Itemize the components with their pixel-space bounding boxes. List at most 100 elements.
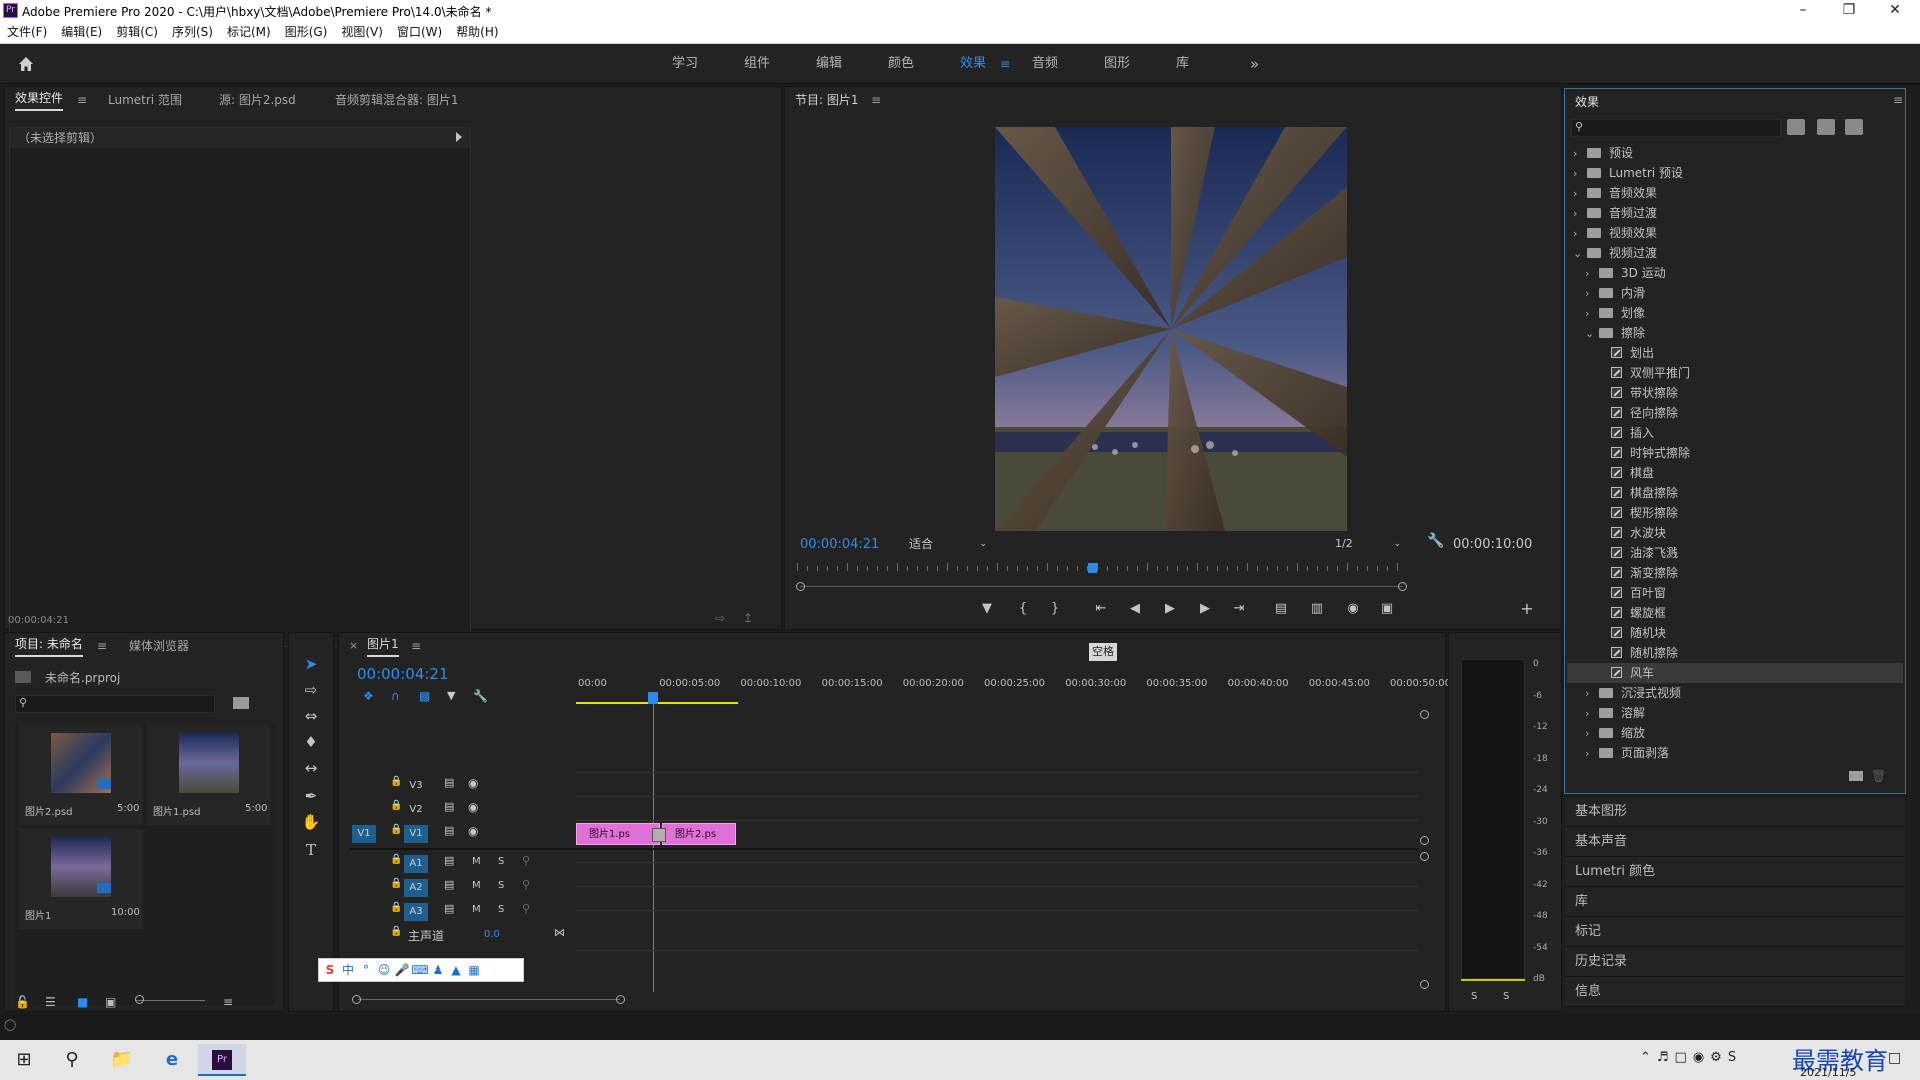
effect-item[interactable]: 水波块 xyxy=(1567,523,1903,543)
effects-folder[interactable]: › Lumetri 预设 xyxy=(1567,163,1903,183)
chevron-right-icon[interactable]: › xyxy=(1585,724,1599,744)
vscroll-handle[interactable] xyxy=(1420,710,1429,719)
effect-item[interactable]: 随机块 xyxy=(1567,623,1903,643)
sync-lock-icon[interactable]: ▤ xyxy=(444,776,454,789)
lock-icon[interactable]: 🔒 xyxy=(390,800,402,811)
zoom-slider[interactable] xyxy=(135,1000,205,1001)
ripple-edit-tool-icon[interactable]: ⇔ xyxy=(298,704,324,728)
hscroll-bar[interactable] xyxy=(358,999,620,1000)
effects-folder[interactable]: › 音频效果 xyxy=(1567,183,1903,203)
program-current-timecode[interactable]: 00:00:04:21 xyxy=(800,537,879,552)
fit-dropdown[interactable]: 适合 ⌄ xyxy=(905,535,991,553)
effects-folder[interactable]: › 预设 xyxy=(1567,143,1903,163)
system-tray-icons[interactable]: ⌃♬□◉⚙S xyxy=(1640,1050,1742,1065)
hand-tool-icon[interactable]: ✋ xyxy=(298,810,324,834)
tab-lumetri-scopes[interactable]: Lumetri 范围 xyxy=(108,87,182,113)
resolution-dropdown[interactable]: 1/2 ⌄ xyxy=(1331,535,1405,553)
hscroll-handle[interactable] xyxy=(352,995,361,1004)
menu-help[interactable]: 帮助(H) xyxy=(449,22,505,42)
workspace-assembly[interactable]: 组件 xyxy=(744,44,770,84)
button-editor-plus-icon[interactable]: + xyxy=(1516,598,1538,620)
effect-item[interactable]: 划出 xyxy=(1567,343,1903,363)
restore-icon[interactable]: ❐ xyxy=(1826,0,1872,22)
pen-tool-icon[interactable]: ✒ xyxy=(298,784,324,808)
tab-project[interactable]: 项目: 未命名 xyxy=(15,633,83,657)
chevron-right-icon[interactable]: › xyxy=(1585,304,1599,324)
project-search-input[interactable]: ⚲ xyxy=(15,695,215,713)
list-view-icon[interactable]: ☰ xyxy=(45,995,56,1009)
meter-solo-left[interactable]: S xyxy=(1471,991,1477,1002)
tab-sequence[interactable]: 图片1 xyxy=(367,633,399,657)
lock-icon[interactable]: 🔒 xyxy=(390,776,402,787)
microphone-icon[interactable]: ⚲ xyxy=(522,902,530,915)
workspace-color[interactable]: 颜色 xyxy=(888,44,914,84)
close-tab-icon[interactable]: × xyxy=(349,639,358,652)
edge-browser-icon[interactable]: e xyxy=(148,1044,196,1076)
track-select-tool-icon[interactable]: ⇨ xyxy=(298,678,324,702)
effect-item[interactable]: 油漆飞溅 xyxy=(1567,543,1903,563)
go-to-in-icon[interactable]: ⇤ xyxy=(1090,598,1112,620)
effect-item[interactable]: 楔形擦除 xyxy=(1567,503,1903,523)
ime-voice-icon[interactable]: 🎤 xyxy=(393,959,411,981)
panel-essential-graphics[interactable]: 基本图形 xyxy=(1565,797,1905,827)
menu-markers[interactable]: 标记(M) xyxy=(220,22,278,42)
chevron-down-icon[interactable]: ⌄ xyxy=(1573,244,1587,264)
minimize-icon[interactable]: – xyxy=(1780,0,1826,22)
vscroll-handle[interactable] xyxy=(1420,980,1429,989)
icon-view-icon[interactable]: ■ xyxy=(77,995,88,1009)
microphone-icon[interactable]: ⚲ xyxy=(522,854,530,867)
project-item[interactable]: 图片1 10:00 xyxy=(19,829,143,929)
32bit-effects-icon[interactable] xyxy=(1817,119,1835,135)
program-time-ruler[interactable] xyxy=(797,563,1403,571)
workspace-graphics[interactable]: 图形 xyxy=(1104,44,1130,84)
timeline-marker-icon[interactable]: ▼ xyxy=(447,689,455,702)
source-patch-v1[interactable]: V1 xyxy=(352,825,376,843)
export-frame-camera-icon[interactable]: ◉ xyxy=(1342,598,1364,620)
panel-essential-sound[interactable]: 基本声音 xyxy=(1565,827,1905,857)
windows-start-icon[interactable]: ⊞ xyxy=(0,1044,48,1076)
lock-icon[interactable]: 🔒 xyxy=(390,878,402,889)
menu-edit[interactable]: 编辑(E) xyxy=(54,22,109,42)
lock-icon[interactable]: 🔓 xyxy=(15,995,30,1009)
chevron-right-icon[interactable]: › xyxy=(1585,284,1599,304)
tab-program[interactable]: 节目: 图片1 xyxy=(795,87,859,113)
menu-clip[interactable]: 剪辑(C) xyxy=(109,22,165,42)
menu-view[interactable]: 视图(V) xyxy=(334,22,390,42)
sync-lock-icon[interactable]: ▤ xyxy=(444,878,454,891)
ime-toolbar[interactable]: S 中 ° ☺ 🎤 ⌨ ♟ ▲ ▦ xyxy=(318,958,524,982)
nest-icon[interactable]: ❖ xyxy=(363,689,374,703)
effect-item[interactable]: 插入 xyxy=(1567,423,1903,443)
effect-item[interactable]: 风车 xyxy=(1567,663,1903,683)
new-search-bin-icon[interactable] xyxy=(233,697,249,709)
program-menu-icon[interactable]: ≡ xyxy=(871,87,881,113)
effect-item[interactable]: 带状擦除 xyxy=(1567,383,1903,403)
ime-skin-icon[interactable]: ▲ xyxy=(447,959,465,981)
panel-menu-icon[interactable]: ≡ xyxy=(77,87,87,113)
slip-tool-icon[interactable]: ↔ xyxy=(298,756,324,780)
panel-lumetri-color[interactable]: Lumetri 颜色 xyxy=(1565,857,1905,887)
effect-item[interactable]: 径向擦除 xyxy=(1567,403,1903,423)
effect-item[interactable]: 随机擦除 xyxy=(1567,643,1903,663)
lock-icon[interactable]: 🔒 xyxy=(390,854,402,865)
lift-icon[interactable]: ▤ xyxy=(1270,598,1292,620)
chevron-right-icon[interactable]: › xyxy=(1573,144,1587,164)
menu-graphics[interactable]: 图形(G) xyxy=(278,22,335,42)
tab-media-browser[interactable]: 媒体浏览器 xyxy=(129,633,189,659)
type-tool-icon[interactable]: T xyxy=(298,838,324,862)
accelerated-effects-icon[interactable] xyxy=(1787,119,1805,135)
transition-marker[interactable] xyxy=(652,828,666,842)
timeline-settings-icon[interactable]: 🔧 xyxy=(473,689,488,703)
wrench-icon[interactable]: 🔧 xyxy=(1427,533,1444,549)
chevron-down-icon[interactable]: ⌄ xyxy=(1585,324,1599,344)
panel-history[interactable]: 历史记录 xyxy=(1565,947,1905,977)
project-item[interactable]: 图片2.psd 5:00 xyxy=(19,725,143,825)
tab-source[interactable]: 源: 图片2.psd xyxy=(219,87,296,113)
track-label-v2[interactable]: V2 xyxy=(404,801,428,819)
panel-markers[interactable]: 标记 xyxy=(1565,917,1905,947)
effect-item[interactable]: 双侧平推门 xyxy=(1567,363,1903,383)
workspace-menu-icon[interactable]: ≡ xyxy=(1000,44,1010,84)
chevron-right-icon[interactable]: › xyxy=(1585,704,1599,724)
effects-folder[interactable]: › 音频过渡 xyxy=(1567,203,1903,223)
project-item[interactable]: 图片1.psd 5:00 xyxy=(147,725,271,825)
mark-in-icon[interactable]: { xyxy=(1012,598,1034,620)
